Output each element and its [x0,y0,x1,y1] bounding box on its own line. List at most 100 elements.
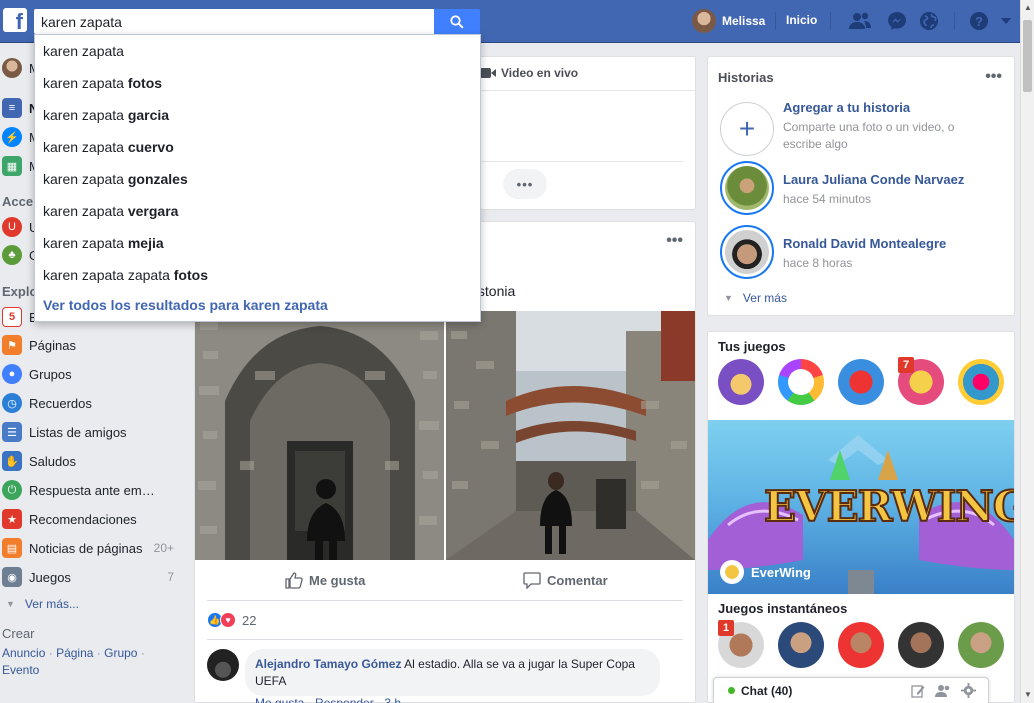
player-avatar[interactable] [898,622,944,668]
chat-label: Chat (40) [741,683,793,698]
messenger-icon[interactable] [885,10,909,32]
stories-title: Historias [718,70,774,85]
scroll-down-arrow-icon[interactable]: ▼ [1024,690,1032,699]
story-avatar[interactable] [720,161,774,215]
avatar[interactable] [207,649,239,681]
clock-icon: ◷ [2,393,22,413]
sidebar-item-recommendations[interactable]: ★ Recomendaciones [2,508,192,530]
search-icon [450,14,464,29]
search-suggestions-dropdown: karen zapata karen zapata fotos karen za… [34,34,481,322]
reaction-count: 22 [242,612,257,628]
search-suggestion[interactable]: karen zapata gonzales [43,169,188,189]
search-suggestion[interactable]: karen zapata vergara [43,201,178,221]
suggestion-suffix: vergara [127,203,179,219]
suggestion-text: karen zapata [43,107,128,123]
chat-bar[interactable]: Chat (40) [713,677,989,703]
create-link-event[interactable]: Evento [2,663,39,677]
story-author[interactable]: Ronald David Montealegre [783,236,1008,251]
sidebar-item-memories[interactable]: ◷ Recuerdos [2,392,192,414]
see-more-link[interactable]: ▼ Ver más... [6,597,79,611]
games-card: Tus juegos 7 EVERWING EverWing Juegos in… [707,331,1015,703]
game-icon[interactable] [718,359,764,405]
scroll-thumb[interactable] [1023,20,1032,92]
globe-icon[interactable] [917,10,941,32]
more-options-icon[interactable]: ••• [503,169,547,199]
page-scrollbar[interactable]: ▲ ▼ [1020,0,1034,703]
sidebar-item-label: Recuerdos [29,395,92,411]
search-suggestion[interactable]: karen zapata zapata fotos [43,265,208,285]
reactions-summary[interactable]: 👍 ♥ 22 [207,612,256,628]
friends-icon[interactable] [848,10,872,32]
scroll-up-arrow-icon[interactable]: ▲ [1024,3,1032,12]
search-input[interactable] [34,9,435,34]
divider [830,12,831,30]
thumbs-up-icon [285,572,303,589]
everwing-label[interactable]: EverWing [720,560,811,584]
sidebar-item-pages-feed[interactable]: ▤ Noticias de páginas 20+ [2,537,192,559]
comment-author[interactable]: Alejandro Tamayo Gómez [255,657,401,671]
help-icon[interactable]: ? [967,10,991,32]
suggestion-suffix: gonzales [127,171,188,187]
instant-games-title: Juegos instantáneos [718,601,848,616]
game-icon[interactable] [838,359,884,405]
dropdown-icon[interactable] [998,10,1014,32]
suggestion-text: karen zapata [43,235,128,251]
story-avatar[interactable] [720,225,774,279]
like-label: Me gusta [309,573,366,588]
like-button[interactable]: Me gusta [285,572,365,589]
post-photo[interactable] [195,311,444,560]
search-suggestion[interactable]: karen zapata garcia [43,105,169,125]
banner-title: EVERWING [763,481,1014,532]
post-photo[interactable] [446,311,695,560]
create-links: Anuncio · Página · Grupo · Evento [2,646,145,677]
stories-menu-icon[interactable]: ••• [985,68,1002,86]
post-menu-icon[interactable]: ••• [666,232,683,250]
section-heading-shortcuts: Acce [2,194,34,209]
gear-icon[interactable] [961,683,976,698]
player-avatar[interactable] [838,622,884,668]
search-suggestion[interactable]: karen zapata [43,41,124,61]
stories-card: Historias ••• + Agregar a tu historia Co… [707,56,1015,316]
sidebar-item-pages[interactable]: ⚑ Páginas [2,334,192,356]
sidebar-item-friend-lists[interactable]: ☰ Listas de amigos [2,421,192,443]
game-icon[interactable] [958,359,1004,405]
see-more-label: Ver más... [24,597,79,611]
facebook-logo[interactable]: f [3,8,27,32]
create-link-page[interactable]: Página [56,646,93,660]
comment-button[interactable]: Comentar [523,572,608,589]
games-title: Tus juegos [718,339,786,354]
add-story-title[interactable]: Agregar a tu historia [783,100,1008,115]
create-link-ad[interactable]: Anuncio [2,646,45,660]
compose-icon[interactable] [911,684,925,698]
sidebar-item-games[interactable]: ◉ Juegos 7 [2,566,192,588]
everwing-banner[interactable]: EVERWING EverWing [708,420,1014,594]
home-link[interactable]: Inicio [786,13,817,27]
search-suggestion[interactable]: karen zapata mejia [43,233,164,253]
group-chat-icon[interactable] [935,684,951,698]
search-suggestion[interactable]: karen zapata fotos [43,73,162,93]
player-avatar[interactable] [958,622,1004,668]
svg-text:?: ? [975,14,983,29]
add-story-icon[interactable]: + [720,102,774,156]
suggestion-suffix: fotos [173,267,208,283]
player-avatar[interactable] [778,622,824,668]
see-all-results-link[interactable]: Ver todos los resultados para karen zapa… [43,297,328,313]
profile-link[interactable]: Melissa [692,9,765,33]
groups-icon: ● [2,364,22,384]
comment-actions[interactable]: Me gusta · Responder · 3 h [255,697,401,703]
create-link-group[interactable]: Grupo [104,646,137,660]
story-author[interactable]: Laura Juliana Conde Narvaez [783,172,1008,187]
live-video-tab[interactable]: Video en vivo [480,66,578,80]
sidebar-item-groups[interactable]: ● Grupos [2,363,192,385]
sidebar-item-label: Noticias de páginas [29,540,143,556]
wave-hand-icon: ✋ [2,451,22,471]
search-suggestion[interactable]: karen zapata cuervo [43,137,174,157]
sidebar-item-count: 7 [167,570,174,584]
stories-see-more[interactable]: ▼ Ver más [724,291,787,305]
sidebar-item-pokes[interactable]: ✋ Saludos [2,450,192,472]
sidebar-item-crisis-response[interactable]: ⏻ Respuesta ante em… [2,479,192,501]
search-button[interactable] [434,9,480,34]
online-status-icon [728,687,735,694]
calendar-icon: 5 [2,307,22,327]
game-icon[interactable] [778,359,824,405]
